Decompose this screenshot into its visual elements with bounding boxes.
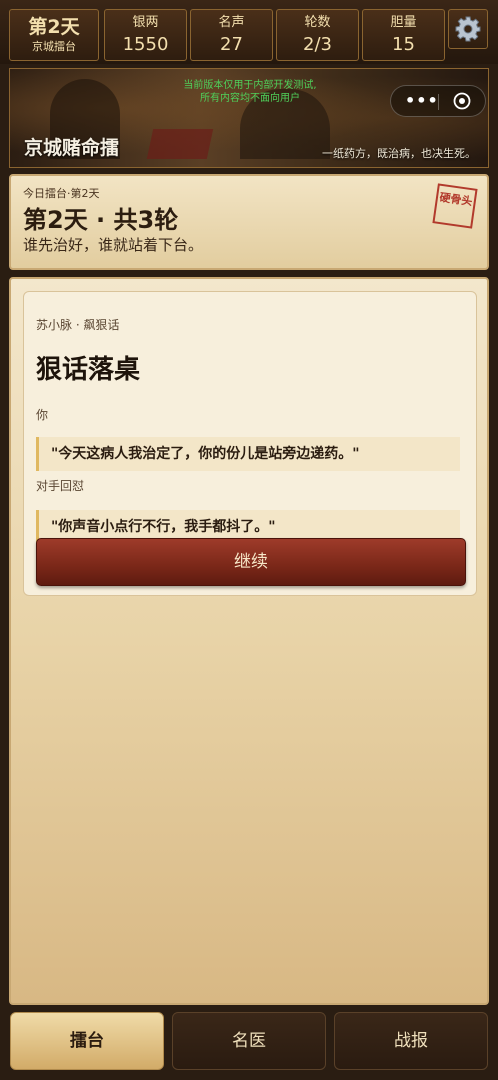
- miniprogram-capsule[interactable]: •••: [390, 85, 486, 117]
- stat-label: 胆量: [390, 15, 417, 30]
- you-label: 你: [36, 408, 49, 422]
- record-circle-icon[interactable]: [453, 92, 471, 110]
- stat-value: 15: [392, 34, 415, 55]
- trait-stamp: 硬骨头: [432, 183, 478, 229]
- test-notice: 当前版本仅用于内部开发测试, 所有内容均不面向用户: [160, 79, 340, 105]
- day-label: 第2天: [28, 16, 80, 38]
- day-summary-card: 今日擂台·第2天 第2天 · 共3轮 谁先治好，谁就站着下台。 硬骨头: [9, 174, 489, 270]
- location-label: 京城擂台: [32, 40, 76, 53]
- stat-label: 轮数: [304, 15, 331, 30]
- stat-label: 银两: [132, 15, 159, 30]
- rival-label: 对手回怼: [36, 479, 85, 493]
- day-description: 谁先治好，谁就站着下台。: [23, 236, 204, 254]
- settings-button[interactable]: [448, 9, 488, 49]
- more-dots-icon[interactable]: •••: [405, 92, 439, 110]
- speaker-header: 苏小脉 · 飙狠话: [36, 318, 120, 332]
- notice-line: 所有内容均不面向用户: [200, 93, 300, 104]
- notice-line: 当前版本仅用于内部开发测试,: [183, 80, 317, 91]
- banner-title: 京城赌命擂: [24, 137, 120, 159]
- day-heading: 第2天 · 共3轮: [23, 206, 179, 234]
- stat-value: 1550: [122, 34, 169, 55]
- stat-courage: 胆量 15: [362, 9, 445, 61]
- capsule-divider: [438, 94, 439, 110]
- tab-battle-report[interactable]: 战报: [334, 1012, 488, 1070]
- continue-button[interactable]: 继续: [36, 538, 466, 586]
- banner-table-cloth: [146, 129, 214, 159]
- stat-fame: 名声 27: [190, 9, 273, 61]
- day-indicator: 第2天 京城擂台: [9, 9, 99, 61]
- stat-value: 2/3: [303, 34, 332, 55]
- you-quote: "今天这病人我治定了，你的份儿是站旁边递药。": [36, 437, 460, 471]
- stat-rounds: 轮数 2/3: [276, 9, 359, 61]
- tab-arena[interactable]: 擂台: [10, 1012, 164, 1070]
- stat-silver: 银两 1550: [104, 9, 187, 61]
- dialog-card: 苏小脉 · 飙狠话 狠话落桌 你 "今天这病人我治定了，你的份儿是站旁边递药。"…: [23, 291, 477, 596]
- day-subtitle: 今日擂台·第2天: [23, 187, 100, 200]
- top-stats-bar: 第2天 京城擂台 银两 1550 名声 27 轮数 2/3 胆量 15: [0, 0, 498, 64]
- stat-label: 名声: [218, 15, 245, 30]
- stat-value: 27: [220, 34, 243, 55]
- gear-icon: [455, 16, 481, 42]
- bottom-nav: 擂台 名医 战报: [0, 1008, 498, 1080]
- hero-banner: 当前版本仅用于内部开发测试, 所有内容均不面向用户 京城赌命擂 一纸药方，既治病…: [9, 68, 489, 168]
- tab-doctors[interactable]: 名医: [172, 1012, 326, 1070]
- banner-tagline: 一纸药方，既治病，也决生死。: [322, 147, 476, 160]
- main-panel: 苏小脉 · 飙狠话 狠话落桌 你 "今天这病人我治定了，你的份儿是站旁边递药。"…: [9, 277, 489, 1005]
- dialog-headline: 狠话落桌: [36, 355, 141, 385]
